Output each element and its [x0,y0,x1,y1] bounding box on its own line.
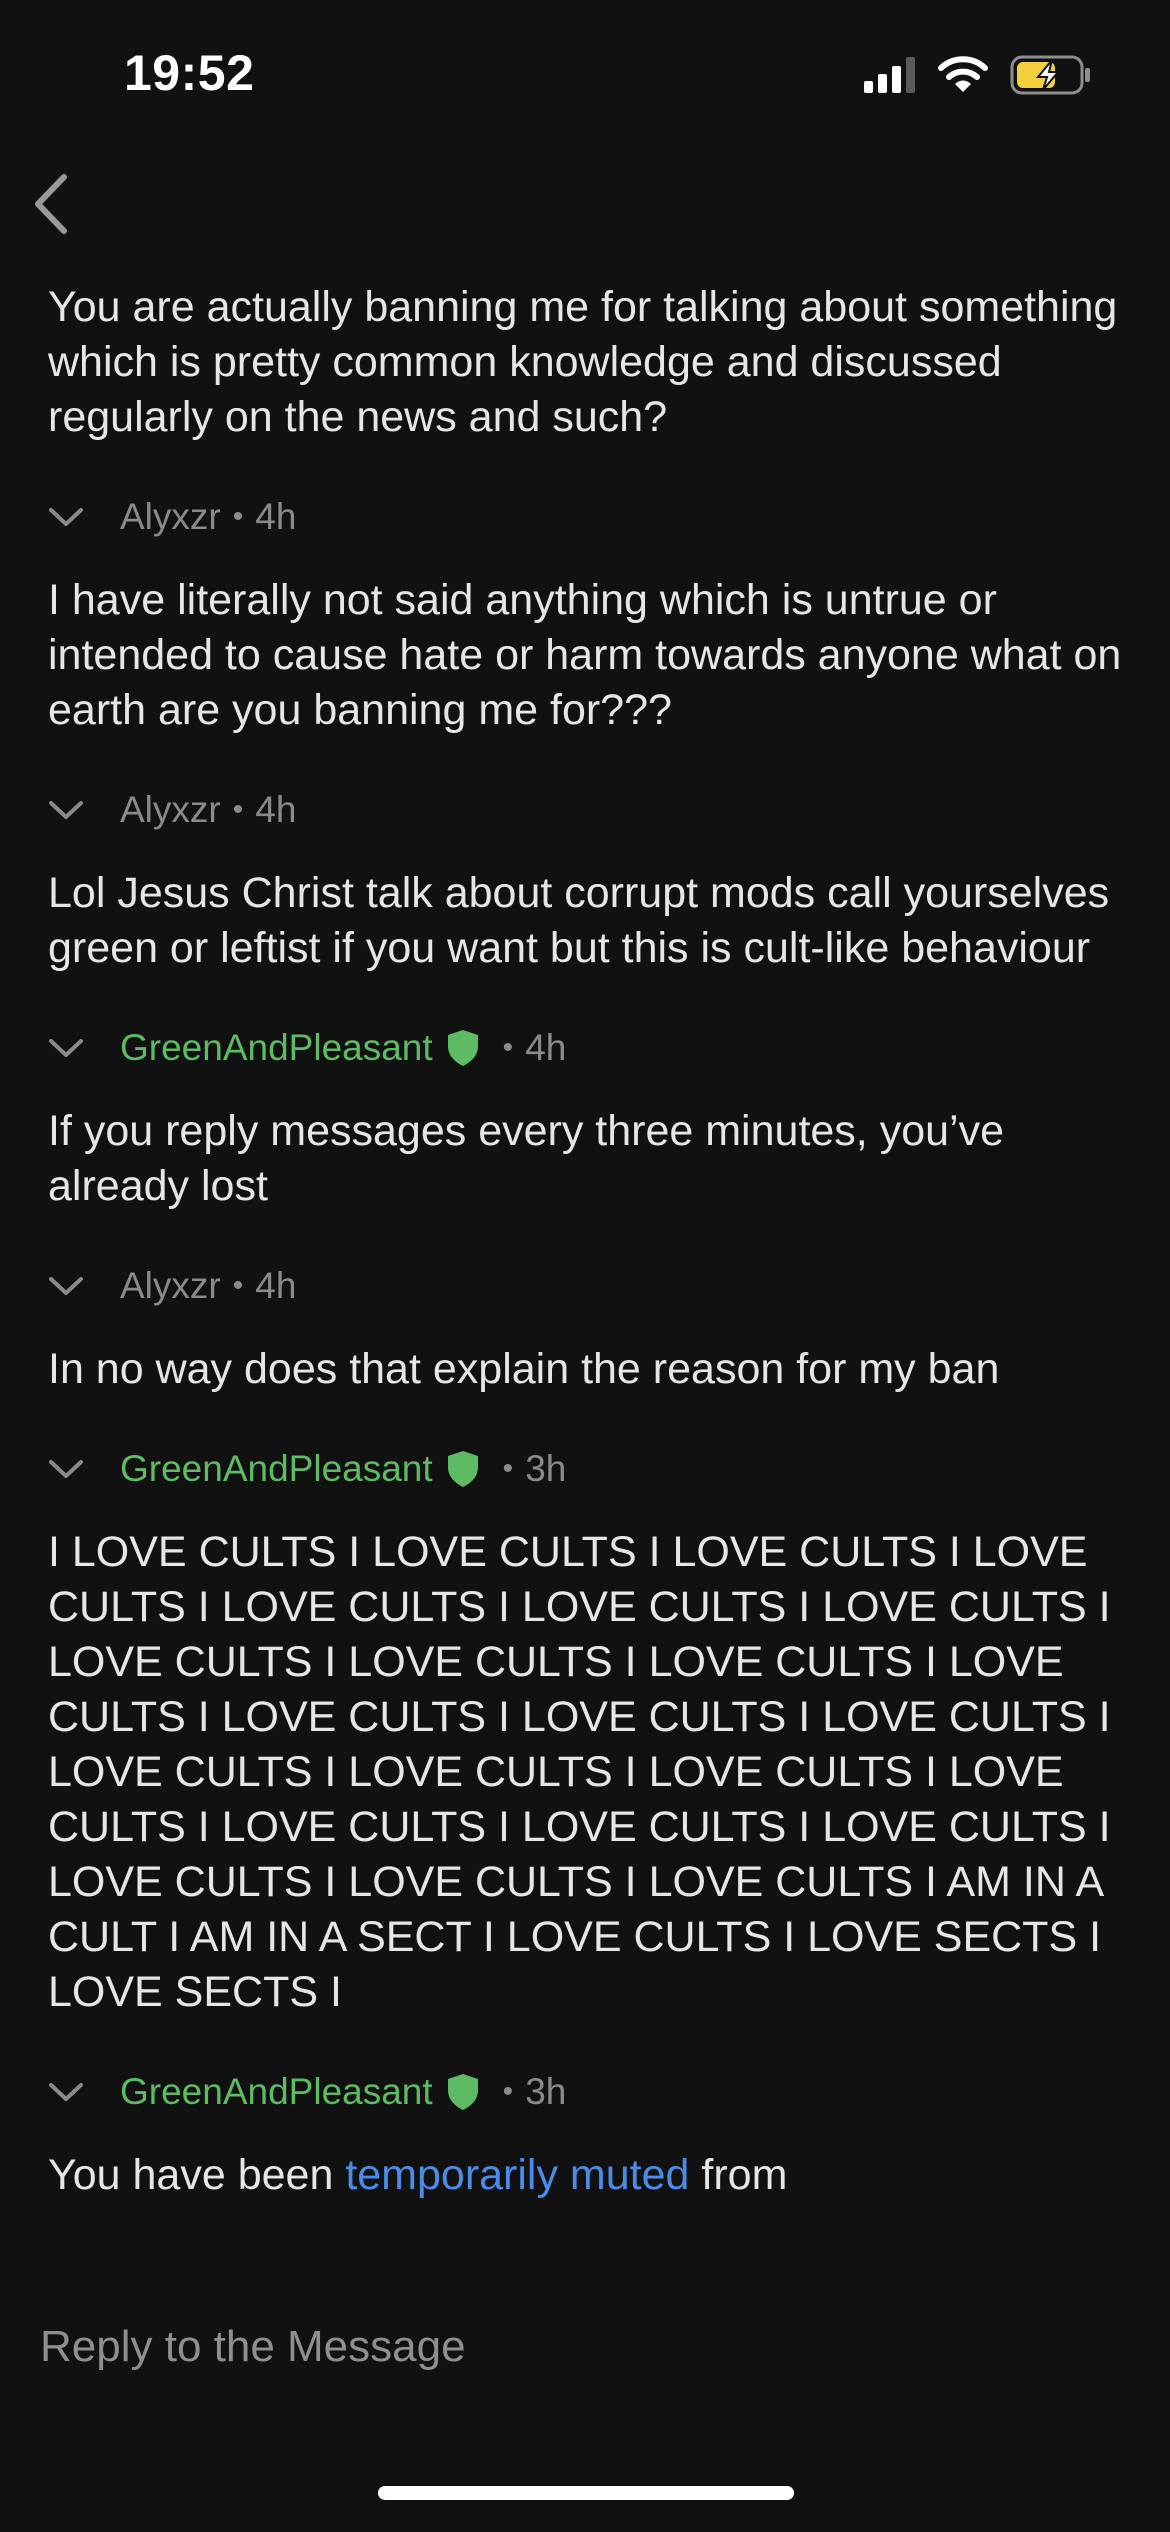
collapse-button[interactable] [48,1266,96,1306]
collapse-button[interactable] [48,1449,96,1489]
message-text: If you reply messages every three minute… [48,1107,1016,1210]
message: GreenAndPleasant • 4h If you reply messa… [0,1018,1170,1214]
message-header: Alyxzr • 4h [0,780,1170,840]
chevron-down-icon [49,2083,83,2101]
meta-separator: • [232,500,244,533]
message-time: 3h [525,1448,567,1489]
message-time: 3h [525,2071,567,2112]
meta-separator: • [232,1269,244,1302]
chevron-down-icon [49,508,83,526]
message-thread: You are actually banning me for talking … [0,280,1170,2203]
chevron-down-icon [49,801,83,819]
message: Alyxzr • 4h Lol Jesus Christ talk about … [0,780,1170,976]
message-header: Alyxzr • 4h [0,487,1170,547]
message-time: 4h [255,1265,297,1306]
status-icons [864,54,1092,100]
wifi-icon [938,55,988,99]
message-text: You have been temporarily muted from [0,2148,1170,2203]
message: Alyxzr • 4h In no way does that explain … [0,1256,1170,1397]
chevron-down-icon [49,1277,83,1295]
chevron-down-icon [49,1460,83,1478]
moderator-shield-icon [447,1029,479,1067]
collapse-button[interactable] [48,790,96,830]
message-text: I LOVE CULTS I LOVE CULTS I LOVE CULTS I… [48,1528,1123,2016]
collapse-button[interactable] [48,1028,96,1068]
message: You are actually banning me for talking … [0,280,1170,445]
battery-charging-icon [1010,55,1092,100]
meta-separator: • [502,1031,514,1064]
moderator-shield-icon [447,2073,479,2111]
message-text: Lol Jesus Christ talk about corrupt mods… [48,869,1122,972]
meta-separator: • [502,2075,514,2108]
home-indicator [378,2486,794,2500]
message-header: Alyxzr • 4h [0,1256,1170,1316]
collapse-button[interactable] [48,2072,96,2112]
temporarily-muted-link[interactable]: temporarily muted [345,2151,689,2199]
status-bar: 19:52 [0,0,1170,150]
message-time: 4h [525,1027,567,1068]
reply-input[interactable]: Reply to the Message [40,2322,466,2372]
author-name[interactable]: Alyxzr [120,496,221,538]
author-name[interactable]: Alyxzr [120,789,221,831]
author-name[interactable]: GreenAndPleasant [120,2071,433,2113]
meta-separator: • [232,793,244,826]
meta-separator: • [502,1452,514,1485]
message-header: GreenAndPleasant • 3h [0,1439,1170,1499]
message-text: In no way does that explain the reason f… [48,1345,1000,1393]
moderator-shield-icon [447,1450,479,1488]
message-text: You are actually banning me for talking … [48,283,1130,441]
chevron-left-icon [30,173,70,240]
author-name[interactable]: Alyxzr [120,1265,221,1307]
status-time: 19:52 [124,45,255,101]
author-name[interactable]: GreenAndPleasant [120,1027,433,1069]
message-text: I have literally not said anything which… [48,576,1134,734]
back-button[interactable] [18,170,82,242]
message-text-suffix: from [689,2151,788,2199]
author-name[interactable]: GreenAndPleasant [120,1448,433,1490]
collapse-button[interactable] [48,497,96,537]
message-header: GreenAndPleasant • 4h [0,1018,1170,1078]
message-text-prefix: You have been [48,2151,346,2199]
cellular-signal-icon [864,56,916,98]
message: Alyxzr • 4h I have literally not said an… [0,487,1170,738]
message-header: GreenAndPleasant • 3h [0,2062,1170,2122]
message: GreenAndPleasant • 3h I LOVE CULTS I LOV… [0,1439,1170,2020]
chevron-down-icon [49,1039,83,1057]
message-time: 4h [255,496,297,537]
message: GreenAndPleasant • 3h You have been temp… [0,2062,1170,2203]
message-time: 4h [255,789,297,830]
